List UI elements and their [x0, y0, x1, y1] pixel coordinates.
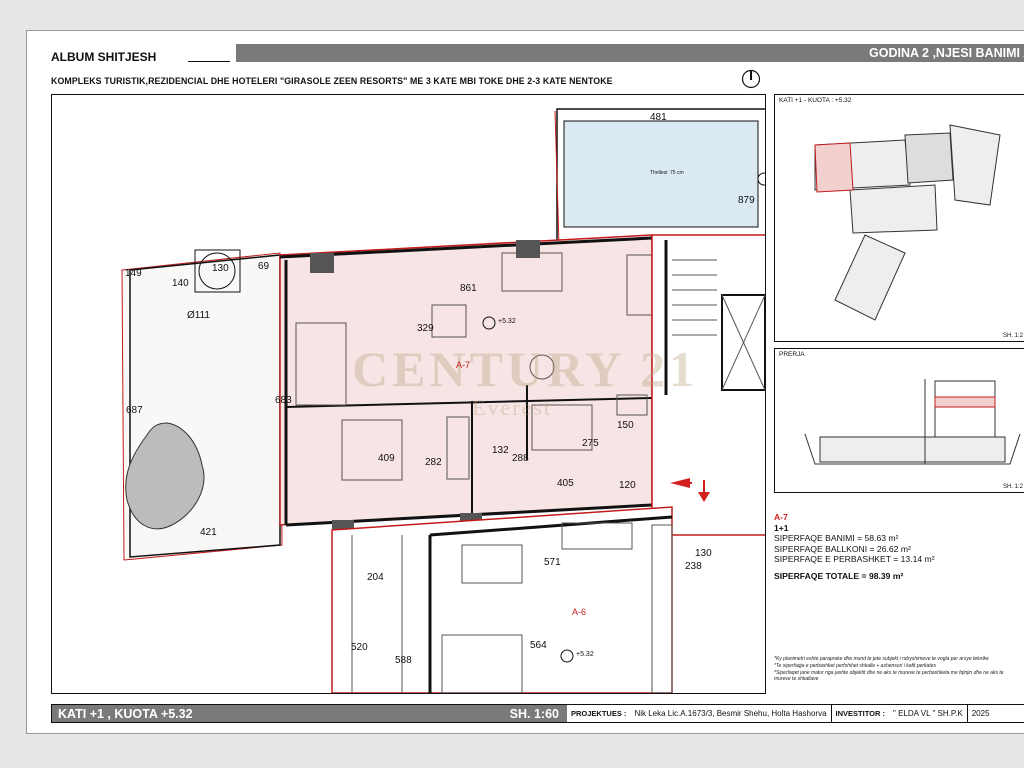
- section-label: PRERJA: [779, 351, 805, 358]
- area-summary: A-7 1+1 SIPERFAQE BANIMI = 58.63 m² SIPE…: [774, 512, 935, 581]
- north-arrow-icon: [741, 69, 761, 89]
- dim: 120: [619, 480, 636, 491]
- watermark: CENTURY 21: [352, 341, 699, 397]
- dim: 683: [275, 395, 292, 406]
- dim: 861: [460, 283, 477, 294]
- dim: 405: [557, 478, 574, 489]
- building-bar: GODINA 2 ,NJESI BANIMI A: [236, 44, 1024, 62]
- dim: 140: [172, 278, 189, 289]
- pool-depth: Thellesi: 75 cm: [650, 170, 684, 176]
- right-panel: KATI +1 - KUOTA : +5.32 SH. 1:2 PRERJA S…: [771, 94, 1024, 692]
- dim: 282: [425, 457, 442, 468]
- dim: 150: [617, 420, 634, 431]
- summary-unit: A-7: [774, 512, 788, 522]
- area-total: SIPERFAQE TOTALE = 98.39 m²: [774, 570, 904, 581]
- section-scale: SH. 1:2: [1002, 484, 1023, 490]
- dim: 69: [258, 261, 270, 272]
- title-block: KATI +1 , KUOTA +5.32 SH. 1:60 PROJEKTUE…: [51, 704, 1024, 723]
- dim: 130: [212, 263, 229, 274]
- key-plan: KATI +1 - KUOTA : +5.32 SH. 1:2: [774, 94, 1024, 342]
- title-underline: [188, 61, 230, 62]
- key-plan-drawing: [814, 124, 1001, 321]
- dim: 564: [530, 640, 547, 651]
- unit-label-a7: A-7: [456, 360, 471, 370]
- dim: 409: [378, 453, 395, 464]
- area-living: SIPERFAQE BANIMI = 58.63 m²: [774, 533, 899, 543]
- unit-label-a6: A-6: [572, 607, 587, 617]
- dim: 329: [417, 323, 434, 334]
- investor-key: INVESTITOR :: [835, 709, 885, 718]
- key-plan-scale: SH. 1:2: [1002, 333, 1023, 339]
- dim: 481: [650, 112, 667, 123]
- section-drawing: [804, 379, 1021, 465]
- elevation-a7: +5.32: [498, 318, 516, 325]
- album-title: ALBUM SHITJESH: [51, 50, 157, 64]
- notes: *Ky planimetri eshte paraprake dhe mund …: [774, 656, 1019, 683]
- dim: 520: [351, 642, 368, 653]
- note: *Te siperfaqja e perbashket perfshihet s…: [774, 662, 936, 669]
- dim: 149: [125, 268, 142, 279]
- designer-value: Nik Leka Lic.A.1673/3, Besmir Shehu, Hol…: [634, 709, 827, 718]
- dim: 238: [685, 561, 702, 572]
- dim: 687: [126, 405, 143, 416]
- dim: 288: [512, 453, 529, 464]
- dim: 588: [395, 655, 412, 666]
- floor-label: KATI +1 , KUOTA +5.32: [58, 706, 193, 721]
- dim: 421: [200, 527, 217, 538]
- area-balcony: SIPERFAQE BALLKONI = 26.62 m²: [774, 543, 911, 554]
- year: 2025: [971, 709, 990, 718]
- elevation-a6: +5.32: [576, 651, 594, 658]
- scale-label: SH. 1:60: [509, 706, 559, 721]
- designer-key: PROJEKTUES :: [571, 709, 627, 718]
- dim: 132: [492, 445, 509, 456]
- dim: 130: [695, 548, 712, 559]
- section-view: PRERJA SH. 1:2: [774, 348, 1024, 493]
- project-subtitle: KOMPLEKS TURISTIK,REZIDENCIAL DHE HOTELE…: [51, 76, 613, 86]
- dim: 275: [582, 438, 599, 449]
- dim: 879: [738, 195, 755, 206]
- investor-value: " ELDA VL " SH.P.K: [893, 709, 963, 718]
- floor-plan: CENTURY 21 Everest Thellesi: 75 cm 481 8…: [51, 94, 766, 694]
- note: *Ky planimetri eshte paraprake dhe mund …: [774, 656, 989, 662]
- summary-type: 1+1: [774, 522, 789, 533]
- note: *Siperfaqet jane matur nga jashte objekt…: [774, 669, 1004, 683]
- floor-bar: KATI +1 , KUOTA +5.32 SH. 1:60: [52, 705, 567, 722]
- key-plan-label: KATI +1 - KUOTA : +5.32: [779, 97, 852, 104]
- dim: 571: [544, 557, 561, 568]
- dim: Ø111: [187, 310, 210, 321]
- area-common: SIPERFAQE E PERBASHKET = 13.14 m²: [774, 554, 935, 564]
- watermark-sub: Everest: [472, 395, 552, 420]
- dim: 204: [367, 572, 384, 583]
